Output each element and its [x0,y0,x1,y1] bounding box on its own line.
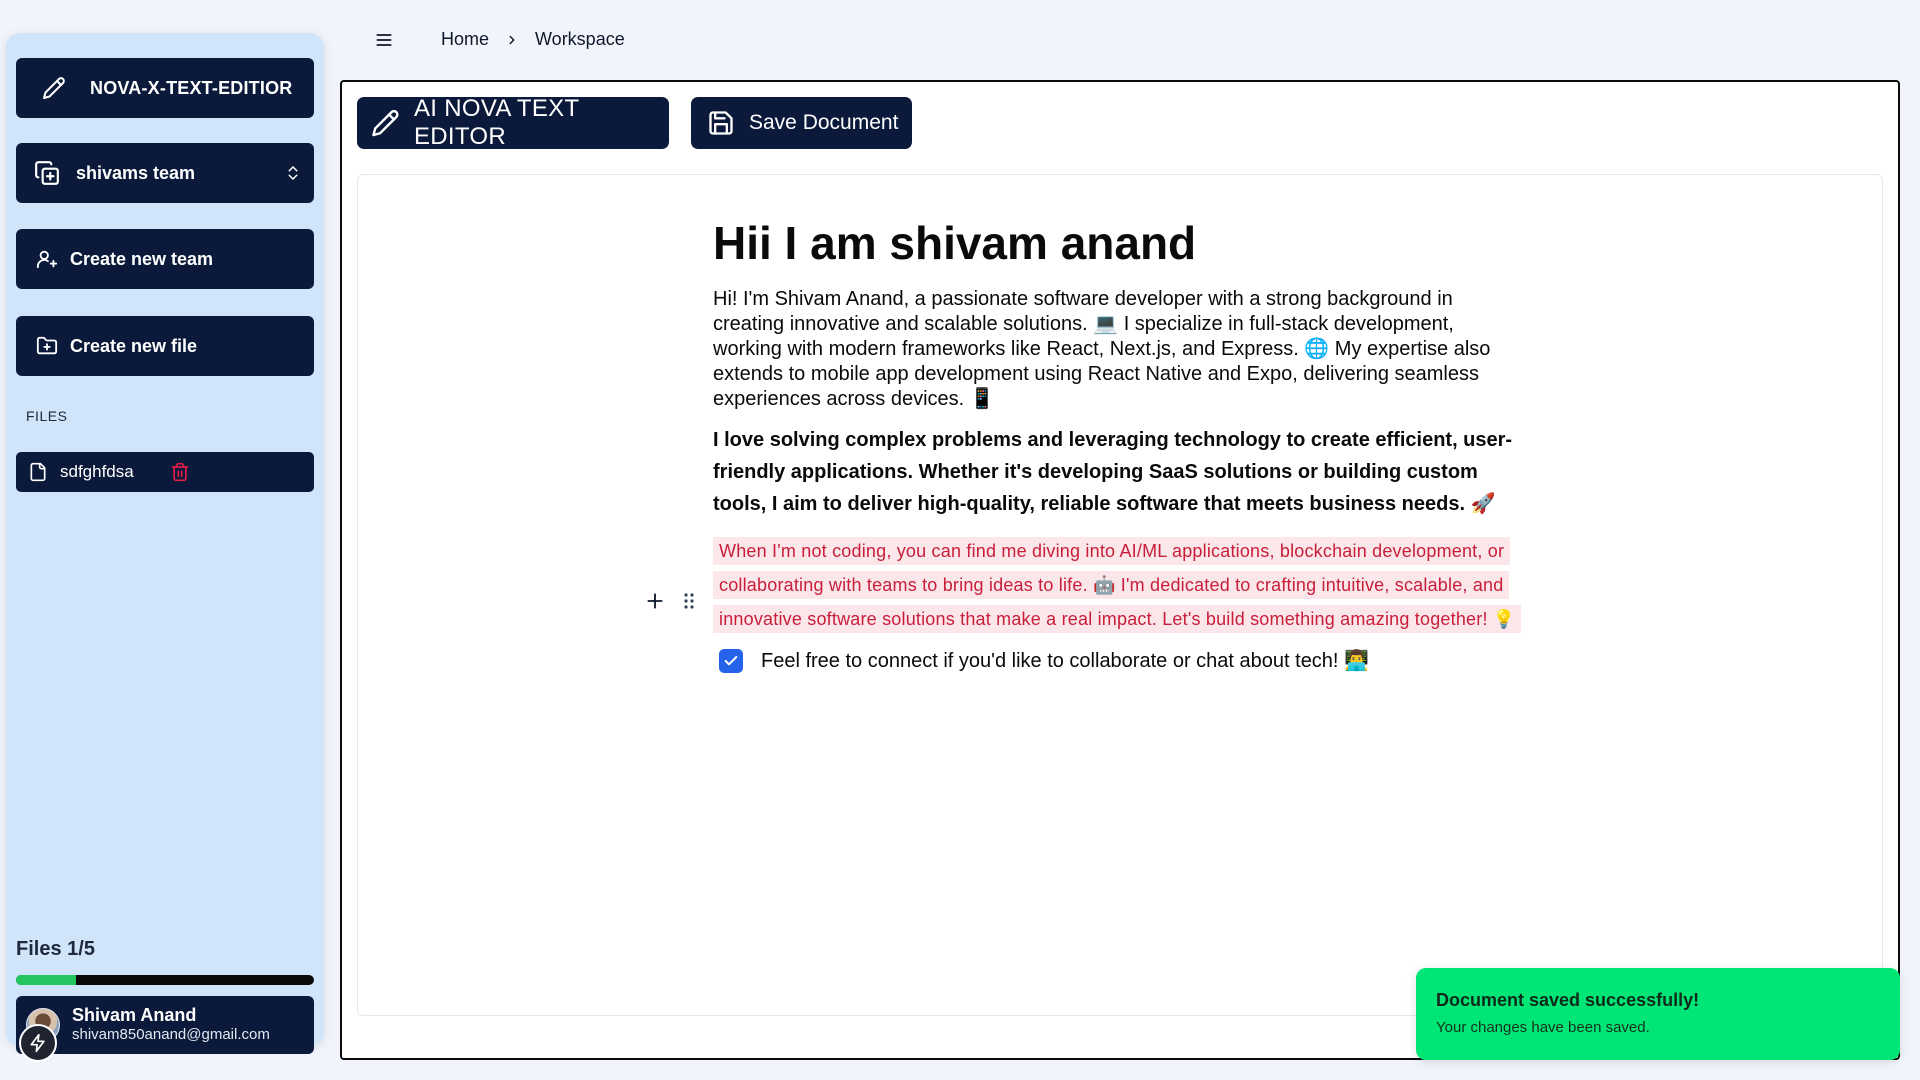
task-text[interactable]: Feel free to connect if you'd like to co… [761,648,1369,673]
breadcrumb-workspace[interactable]: Workspace [535,29,625,50]
trash-icon[interactable] [170,462,190,482]
user-email: shivam850anand@gmail.com [72,1026,270,1043]
save-icon [709,111,733,135]
create-team-label: Create new team [70,248,214,269]
user-name: Shivam Anand [72,1005,197,1025]
team-switcher[interactable]: shivams team [16,143,314,203]
task-checkbox[interactable] [719,648,743,673]
create-team-button[interactable]: Create new team [16,229,314,289]
team-name: shivams team [76,162,196,183]
user-profile-card[interactable]: Shivam Anand shivam850anand@gmail.com [16,996,314,1054]
file-item[interactable]: sdfghfdsa [16,452,314,492]
brand-button[interactable]: NOVA-X-TEXT-EDITIOR [16,58,314,118]
paragraph-intro[interactable]: Hi! I'm Shivam Anand, a passionate softw… [713,287,1523,412]
file-name: sdfghfdsa [60,462,134,481]
file-icon [30,462,46,482]
folder-plus-icon [36,336,58,355]
files-usage-progress-fill [16,975,76,985]
save-document-button[interactable]: Save Document [691,97,912,149]
files-count: Files 1/5 [16,938,95,960]
main-panel: AI NOVA TEXT EDITOR Save Document Hii I … [340,80,1900,1060]
copy-plus-icon [35,161,59,185]
toast-title: Document saved successfully! [1436,990,1700,1010]
files-usage-progress [16,975,314,985]
menu-icon[interactable] [374,30,394,55]
paragraph-highlighted[interactable]: When I'm not coding, you can find me div… [713,534,1523,636]
task-item: Feel free to connect if you'd like to co… [713,648,1523,673]
paragraph-bold[interactable]: I love solving complex problems and leve… [713,424,1523,520]
highlighted-text: When I'm not coding, you can find me div… [713,537,1522,633]
create-file-button[interactable]: Create new file [16,316,314,376]
chevrons-up-down-icon [288,166,298,180]
pencil-icon [43,77,65,99]
block-controls [645,591,697,616]
toast-description: Your changes have been saved. [1436,1019,1650,1036]
create-file-label: Create new file [70,335,198,356]
document-editor[interactable]: Hii I am shivam anand Hi! I'm Shivam Ana… [357,174,1883,1016]
pencil-icon [372,109,399,137]
brand-label: NOVA-X-TEXT-EDITIOR [90,77,293,98]
save-document-label: Save Document [749,111,899,134]
document-title[interactable]: Hii I am shivam anand [713,215,1523,271]
toast-notification: Document saved successfully! Your change… [1416,968,1900,1060]
check-icon [724,655,738,665]
user-plus-icon [36,250,58,269]
breadcrumb: Home Workspace [441,29,625,50]
add-block-icon[interactable] [645,591,665,616]
bolt-icon[interactable] [19,1024,57,1062]
document-content: Hii I am shivam anand Hi! I'm Shivam Ana… [647,215,1523,673]
ai-editor-button[interactable]: AI NOVA TEXT EDITOR [357,95,669,150]
files-heading: FILES [26,408,68,424]
ai-editor-label: AI NOVA TEXT EDITOR [413,95,579,150]
sidebar: NOVA-X-TEXT-EDITIOR shivams team Create … [6,33,324,1054]
chevron-right-icon [505,33,519,47]
drag-handle-icon[interactable] [681,592,697,615]
breadcrumb-home[interactable]: Home [441,29,489,50]
